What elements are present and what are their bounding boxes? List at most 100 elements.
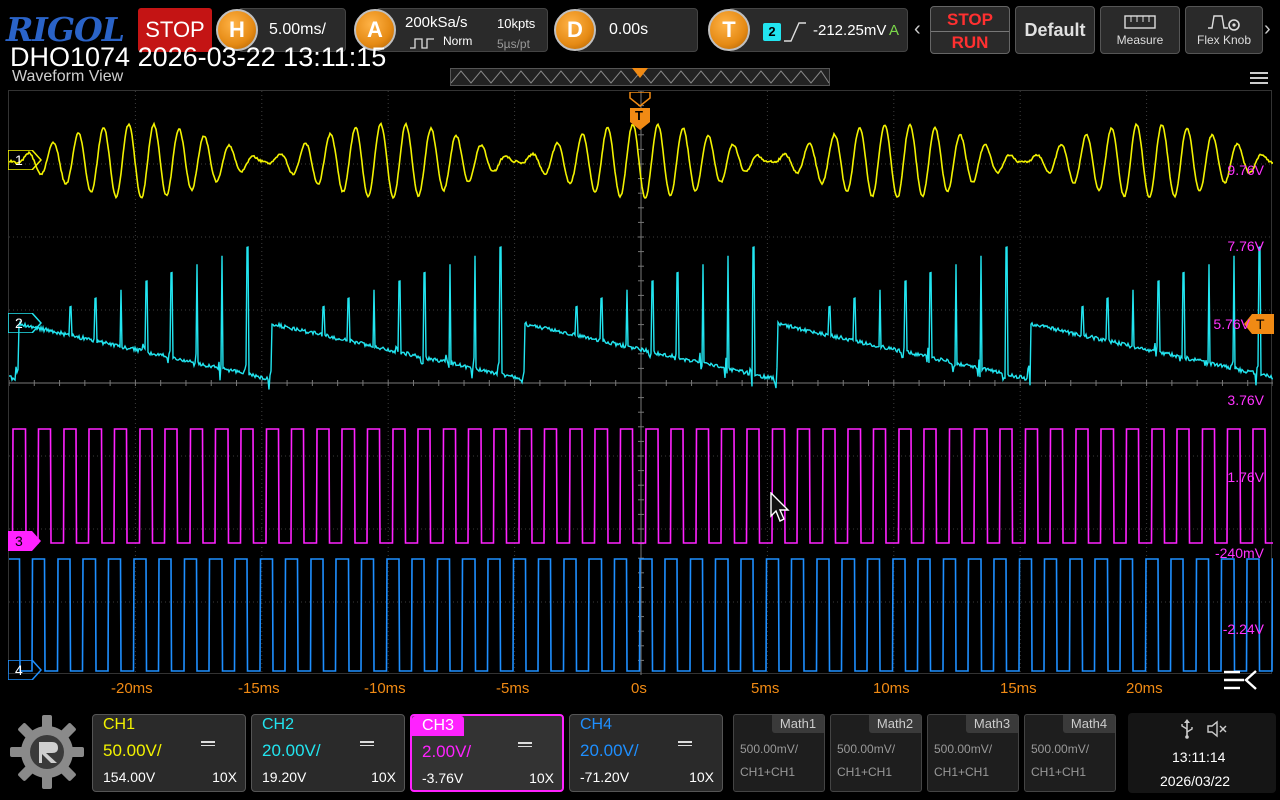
math-2-tab: Math2 bbox=[869, 715, 921, 733]
rising-edge-icon bbox=[783, 21, 807, 43]
channel-2-probe: 10X bbox=[371, 769, 396, 785]
status-clock-panel[interactable]: 13:11:14 2026/03/22 bbox=[1128, 713, 1276, 793]
coupling-dc-icon-lower bbox=[201, 745, 215, 746]
waveform-menu-icon[interactable] bbox=[1250, 72, 1268, 84]
left-scroll-arrow[interactable]: ‹ bbox=[914, 18, 921, 41]
math-1-scale: 500.00mV/ bbox=[740, 742, 798, 756]
flex-knob-button[interactable]: Flex Knob bbox=[1185, 6, 1263, 54]
channel-3-panel[interactable]: CH3 2.00V/ -3.76V 10X bbox=[410, 714, 564, 792]
channel-3-offset: -3.76V bbox=[422, 770, 463, 786]
channel-1-tab: CH1 bbox=[93, 715, 145, 735]
scale-label: 3.76V bbox=[1227, 392, 1264, 408]
math-2-source: CH1+CH1 bbox=[837, 765, 892, 779]
flex-knob-icon bbox=[1204, 12, 1244, 32]
default-button[interactable]: Default bbox=[1015, 6, 1095, 54]
coupling-dc-icon-lower bbox=[678, 745, 692, 746]
time-label: 15ms bbox=[1000, 680, 1037, 697]
acquire-panel[interactable]: 200kSa/s 10kpts Norm 5µs/pt bbox=[376, 8, 548, 52]
coupling-dc-icon-lower bbox=[360, 745, 374, 746]
delay-button[interactable]: D bbox=[554, 9, 596, 51]
clock-date: 2026/03/22 bbox=[1160, 773, 1230, 789]
measure-button[interactable]: Measure bbox=[1100, 6, 1180, 54]
coupling-dc-icon-lower bbox=[518, 746, 532, 747]
channel-4-panel[interactable]: CH4 20.00V/ -71.20V 10X bbox=[569, 714, 723, 792]
math-2-scale: 500.00mV/ bbox=[837, 742, 895, 756]
channel-3-marker[interactable]: 3 bbox=[8, 531, 42, 551]
channel-1-scale: 50.00V/ bbox=[103, 741, 162, 761]
coupling-dc-icon bbox=[360, 741, 374, 743]
channel-4-marker[interactable]: 4 bbox=[8, 660, 42, 680]
time-label: -5ms bbox=[496, 680, 529, 697]
speaker-muted-icon[interactable] bbox=[1206, 720, 1228, 738]
channel-3-tab: CH3 bbox=[412, 716, 464, 736]
clock-time: 13:11:14 bbox=[1172, 749, 1225, 765]
trigger-position-marker[interactable]: T bbox=[629, 92, 651, 132]
coupling-dc-icon bbox=[518, 742, 532, 744]
collapse-menu-icon[interactable] bbox=[1222, 668, 1260, 692]
default-label: Default bbox=[1016, 20, 1094, 41]
measure-label: Measure bbox=[1101, 33, 1179, 47]
delay-value: 0.00s bbox=[609, 21, 648, 39]
channel-2-panel[interactable]: CH2 20.00V/ 19.20V 10X bbox=[251, 714, 405, 792]
coupling-dc-icon bbox=[678, 741, 692, 743]
channel-1-marker[interactable]: 1 bbox=[8, 150, 42, 170]
math-4-tab: Math4 bbox=[1063, 715, 1115, 733]
channel-3-scale: 2.00V/ bbox=[422, 742, 471, 762]
rigol-home-gear-icon[interactable] bbox=[8, 713, 86, 791]
waveform-plot[interactable] bbox=[8, 90, 1272, 674]
acquire-mode: Norm bbox=[443, 34, 472, 48]
time-label: 5ms bbox=[751, 680, 779, 697]
trigger-status: A bbox=[889, 22, 899, 39]
channel-2-marker-label: 2 bbox=[15, 315, 23, 331]
scale-label: 7.76V bbox=[1227, 238, 1264, 254]
trigger-source-badge: 2 bbox=[763, 23, 781, 41]
flex-knob-label: Flex Knob bbox=[1186, 33, 1262, 47]
time-label: -15ms bbox=[238, 680, 280, 697]
math-1-source: CH1+CH1 bbox=[740, 765, 795, 779]
usb-icon bbox=[1180, 719, 1194, 739]
time-label: -10ms bbox=[364, 680, 406, 697]
mouse-pointer-icon bbox=[770, 492, 792, 526]
channel-3-marker-label: 3 bbox=[15, 533, 23, 549]
scale-label: 9.76V bbox=[1227, 162, 1264, 178]
coupling-dc-icon bbox=[201, 741, 215, 743]
measure-icon bbox=[1123, 13, 1157, 31]
scale-label: 5.76V bbox=[1213, 316, 1250, 332]
scale-label: -2.24V bbox=[1223, 621, 1264, 637]
memory-depth: 10kpts bbox=[497, 16, 535, 31]
channel-4-probe: 10X bbox=[689, 769, 714, 785]
time-label: 0s bbox=[631, 680, 647, 697]
math-2-panel[interactable]: Math2 500.00mV/ CH1+CH1 bbox=[830, 714, 922, 792]
horizontal-scale: 5.00ms/ bbox=[269, 21, 326, 39]
sample-rate: 200kSa/s bbox=[405, 14, 468, 31]
math-3-panel[interactable]: Math3 500.00mV/ CH1+CH1 bbox=[927, 714, 1019, 792]
stop-run-button[interactable]: STOP RUN bbox=[930, 6, 1010, 54]
channel-4-offset: -71.20V bbox=[580, 769, 629, 785]
scale-label: -240mV bbox=[1215, 545, 1264, 561]
math-1-panel[interactable]: Math1 500.00mV/ CH1+CH1 bbox=[733, 714, 825, 792]
channel-2-tab: CH2 bbox=[252, 715, 304, 735]
overview-trigger-position[interactable] bbox=[632, 68, 648, 78]
trigger-button[interactable]: T bbox=[708, 9, 750, 51]
time-label: -20ms bbox=[111, 680, 153, 697]
math-1-tab: Math1 bbox=[772, 715, 824, 733]
channel-4-marker-label: 4 bbox=[15, 662, 23, 678]
channel-1-marker-label: 1 bbox=[15, 152, 23, 168]
acquire-mode-icon bbox=[409, 36, 435, 48]
trigger-level: -212.25mV bbox=[813, 22, 886, 39]
math-4-panel[interactable]: Math4 500.00mV/ CH1+CH1 bbox=[1024, 714, 1116, 792]
channel-1-offset: 154.00V bbox=[103, 769, 155, 785]
channel-2-marker[interactable]: 2 bbox=[8, 313, 42, 333]
channel-1-panel[interactable]: CH1 50.00V/ 154.00V 10X bbox=[92, 714, 246, 792]
channel-3-probe: 10X bbox=[529, 770, 554, 786]
math-3-source: CH1+CH1 bbox=[934, 765, 989, 779]
time-resolution: 5µs/pt bbox=[497, 37, 530, 51]
trigger-panel[interactable]: 2 -212.25mV A bbox=[728, 8, 908, 52]
trigger-level-marker-label: T bbox=[1256, 316, 1265, 332]
stop-label: STOP bbox=[931, 9, 1009, 32]
scale-label: 1.76V bbox=[1227, 469, 1264, 485]
waveform-canvas bbox=[9, 91, 1273, 675]
time-label: 10ms bbox=[873, 680, 910, 697]
math-3-tab: Math3 bbox=[966, 715, 1018, 733]
right-scroll-arrow[interactable]: › bbox=[1264, 18, 1271, 41]
